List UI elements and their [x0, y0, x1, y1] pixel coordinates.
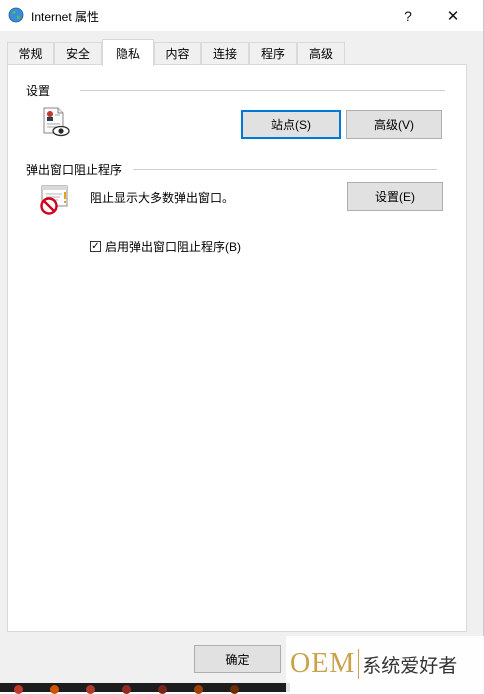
tab-connections[interactable]: 连接: [201, 42, 249, 64]
enable-popup-blocker-row[interactable]: ✓ 启用弹出窗口阻止程序(B): [90, 238, 241, 255]
tab-general[interactable]: 常规: [7, 42, 54, 64]
settings-group-divider: [80, 90, 445, 91]
popup-blocker-icon: [40, 185, 68, 215]
sites-button[interactable]: 站点(S): [241, 110, 341, 139]
window-title: Internet 属性: [31, 10, 100, 24]
taskbar-icon[interactable]: [194, 685, 203, 694]
help-button[interactable]: ?: [385, 0, 431, 31]
tab-security[interactable]: 安全: [54, 42, 102, 64]
watermark-text: 系统爱好者: [362, 655, 458, 677]
enable-popup-blocker-label[interactable]: 启用弹出窗口阻止程序(B): [105, 238, 241, 255]
taskbar-icon[interactable]: [50, 685, 59, 694]
taskbar-icon[interactable]: [158, 685, 167, 694]
taskbar-icon[interactable]: [230, 685, 239, 694]
popup-blocker-group-divider: [133, 169, 437, 170]
watermark-brand: OEM: [290, 648, 356, 679]
privacy-tab-panel: 设置 站点(S) 高级(V) 弹出窗口阻止程序 阻止显示大多数弹出窗口。 设置(…: [7, 64, 467, 632]
popup-blocker-group-label: 弹出窗口阻止程序: [26, 163, 123, 177]
ok-button[interactable]: 确定: [194, 645, 281, 673]
advanced-privacy-button[interactable]: 高级(V): [346, 110, 442, 139]
tab-advanced[interactable]: 高级: [297, 42, 345, 64]
popup-settings-button[interactable]: 设置(E): [347, 182, 443, 211]
taskbar-icon[interactable]: [86, 685, 95, 694]
privacy-policy-icon: [43, 107, 70, 137]
watermark: OEM 系统爱好者: [286, 636, 484, 692]
globe-icon: [8, 7, 24, 23]
watermark-divider: [358, 649, 360, 679]
internet-properties-dialog: Internet 属性 ? ✕ 常规 安全 隐私 内容 连接 程序 高级 设置 …: [0, 0, 484, 692]
tab-privacy[interactable]: 隐私: [102, 39, 154, 66]
enable-popup-blocker-checkbox[interactable]: ✓: [90, 241, 101, 252]
taskbar-icon[interactable]: [14, 685, 23, 694]
close-button[interactable]: ✕: [430, 0, 476, 31]
tab-content[interactable]: 内容: [154, 42, 201, 64]
popup-blocker-description: 阻止显示大多数弹出窗口。: [90, 191, 235, 205]
taskbar-icon[interactable]: [122, 685, 131, 694]
settings-group-label: 设置: [26, 84, 51, 98]
taskbar-strip: [0, 683, 290, 694]
title-bar: Internet 属性 ? ✕: [0, 0, 483, 31]
tab-programs[interactable]: 程序: [249, 42, 297, 64]
